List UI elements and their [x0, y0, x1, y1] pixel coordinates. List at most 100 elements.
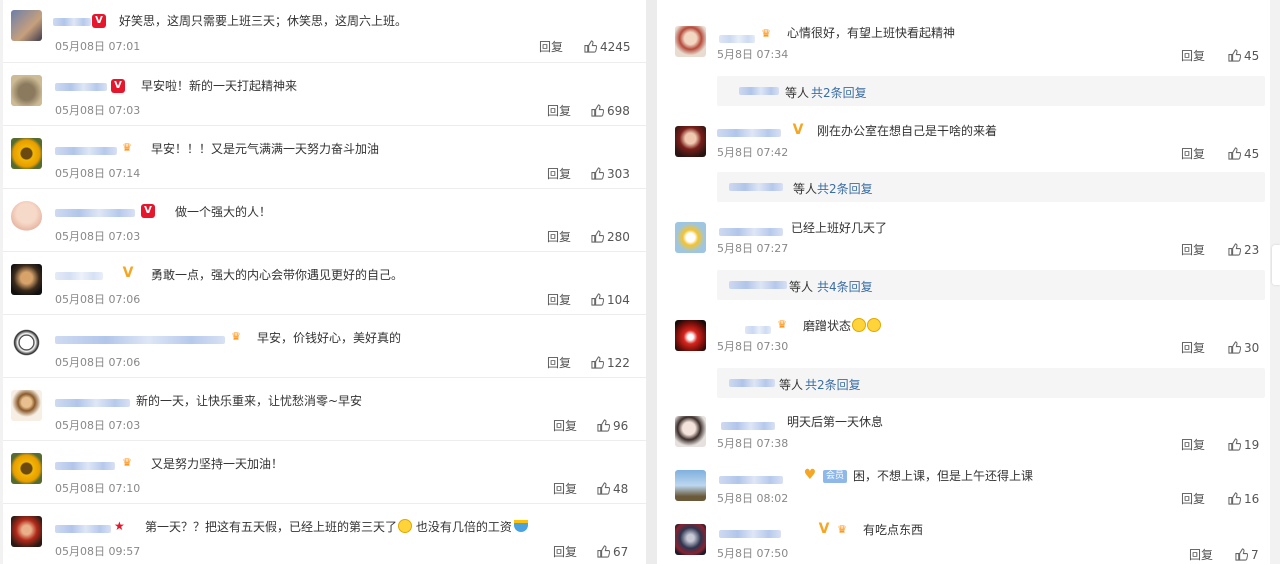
left-comment-panel: V 好笑思，这周只需要上班三天；休笑思，这周六上班。 05月08日 07:01 … — [3, 0, 646, 564]
user-avatar[interactable] — [11, 10, 42, 41]
like-button[interactable]: 280 — [591, 230, 630, 244]
user-avatar[interactable] — [11, 327, 42, 358]
sub-reply-bar[interactable]: 等人 共2条回复 — [717, 76, 1265, 106]
user-avatar[interactable] — [11, 390, 42, 421]
side-scroll-handle[interactable] — [1272, 245, 1280, 285]
blurred-username[interactable] — [719, 35, 755, 43]
like-count: 45 — [1244, 147, 1260, 161]
thumbs-up-icon — [597, 482, 610, 495]
blurred-username[interactable] — [55, 83, 107, 91]
sub-reply-bar[interactable]: 等人 共2条回复 — [717, 172, 1265, 202]
comment-text: 心情很好，有望上班快看起精神 — [787, 26, 956, 40]
crown-icon: ♛ — [231, 330, 241, 343]
reply-button[interactable]: 回复 — [547, 230, 571, 244]
blurred-username[interactable] — [721, 422, 775, 430]
blurred-username[interactable] — [55, 336, 225, 344]
reply-button[interactable]: 回复 — [539, 40, 563, 54]
comment-text: 早安！！！又是元气满满一天努力奋斗加油 — [151, 142, 380, 156]
like-button[interactable]: 4245 — [584, 40, 631, 54]
comment-time: 5月8日 07:27 — [717, 242, 789, 255]
like-button[interactable]: 7 — [1235, 548, 1259, 562]
reply-button[interactable]: 回复 — [553, 482, 577, 496]
thumbs-up-icon — [597, 419, 610, 432]
user-avatar[interactable] — [675, 524, 706, 555]
like-count: 67 — [613, 545, 629, 559]
blurred-username[interactable] — [717, 129, 781, 137]
like-button[interactable]: 19 — [1228, 438, 1259, 452]
like-button[interactable]: 96 — [597, 419, 628, 433]
sub-reply-link[interactable]: 共2条回复 — [805, 376, 861, 393]
blurred-username[interactable] — [55, 462, 115, 470]
sub-reply-bar[interactable]: 等人 共2条回复 — [717, 368, 1265, 398]
sub-reply-link[interactable]: 共4条回复 — [817, 278, 873, 295]
user-avatar[interactable] — [675, 222, 706, 253]
like-count: 96 — [613, 419, 629, 433]
blurred-username[interactable] — [719, 476, 783, 484]
like-button[interactable]: 48 — [597, 482, 628, 496]
bowl-emoji-icon — [513, 520, 528, 532]
like-button[interactable]: 45 — [1228, 49, 1259, 63]
reply-button[interactable]: 回复 — [553, 419, 577, 433]
reply-button[interactable]: 回复 — [1181, 492, 1205, 506]
reply-button[interactable]: 回复 — [547, 356, 571, 370]
reply-button[interactable]: 回复 — [547, 293, 571, 307]
like-button[interactable]: 122 — [591, 356, 630, 370]
user-avatar[interactable] — [11, 516, 42, 547]
reply-button[interactable]: 回复 — [553, 545, 577, 559]
user-avatar[interactable] — [11, 453, 42, 484]
user-avatar[interactable] — [675, 126, 706, 157]
blurred-username[interactable] — [55, 272, 103, 280]
like-button[interactable]: 16 — [1228, 492, 1259, 506]
like-button[interactable]: 45 — [1228, 147, 1259, 161]
comment-item: ♥ 会员 困，不想上课，但是上午还得上课 5月8日 08:02 回复 16 — [657, 458, 1270, 512]
like-button[interactable]: 104 — [591, 293, 630, 307]
user-avatar[interactable] — [675, 416, 706, 447]
blurred-username[interactable] — [729, 183, 783, 191]
blurred-username[interactable] — [55, 147, 117, 155]
user-avatar[interactable] — [11, 201, 42, 232]
like-button[interactable]: 303 — [591, 167, 630, 181]
sub-reply-people: 等人 — [779, 378, 804, 392]
blurred-username[interactable] — [739, 87, 779, 95]
reply-button[interactable]: 回复 — [1189, 548, 1213, 562]
comment-time: 05月08日 07:01 — [55, 40, 141, 53]
thumbs-up-icon — [584, 40, 597, 53]
like-count: 4245 — [600, 40, 631, 54]
comment-item: ★ 第一天？？把这有五天假，已经上班的第三天了 也没有几倍的工资 05月08日 … — [3, 504, 646, 564]
reply-button[interactable]: 回复 — [1181, 341, 1205, 355]
blurred-username[interactable] — [719, 530, 781, 538]
sub-reply-bar[interactable]: 等人 共4条回复 — [717, 270, 1265, 300]
blurred-username[interactable] — [55, 399, 130, 407]
sub-reply-people: 等人 — [785, 86, 810, 100]
user-avatar[interactable] — [675, 26, 706, 57]
reply-button[interactable]: 回复 — [1181, 438, 1205, 452]
reply-button[interactable]: 回复 — [547, 167, 571, 181]
blurred-username[interactable] — [53, 18, 91, 26]
user-avatar[interactable] — [11, 75, 42, 106]
user-avatar[interactable] — [11, 264, 42, 295]
like-button[interactable]: 698 — [591, 104, 630, 118]
like-button[interactable]: 67 — [597, 545, 628, 559]
comment-item: ♛ 早安！！！又是元气满满一天努力奋斗加油 05月08日 07:14 回复 30… — [3, 126, 646, 189]
blurred-username[interactable] — [729, 379, 775, 387]
blurred-username[interactable] — [55, 525, 111, 533]
thumbs-up-icon — [591, 104, 604, 117]
blurred-username[interactable] — [745, 326, 771, 334]
sub-reply-link[interactable]: 共2条回复 — [811, 84, 867, 101]
blurred-username[interactable] — [719, 228, 783, 236]
comment-item: V 早安啦！新的一天打起精神来 05月08日 07:03 回复 698 — [3, 63, 646, 126]
like-button[interactable]: 23 — [1228, 243, 1259, 257]
user-avatar[interactable] — [11, 138, 42, 169]
reply-button[interactable]: 回复 — [1181, 243, 1205, 257]
reply-button[interactable]: 回复 — [1181, 147, 1205, 161]
reply-button[interactable]: 回复 — [547, 104, 571, 118]
reply-button[interactable]: 回复 — [1181, 49, 1205, 63]
user-avatar[interactable] — [675, 470, 706, 501]
user-avatar[interactable] — [675, 320, 706, 351]
blurred-username[interactable] — [55, 209, 135, 217]
blurred-username[interactable] — [729, 281, 787, 289]
sub-reply-link[interactable]: 共2条回复 — [817, 180, 873, 197]
like-button[interactable]: 30 — [1228, 341, 1259, 355]
comment-time: 5月8日 07:38 — [717, 437, 789, 450]
comment-time: 5月8日 08:02 — [717, 492, 789, 505]
